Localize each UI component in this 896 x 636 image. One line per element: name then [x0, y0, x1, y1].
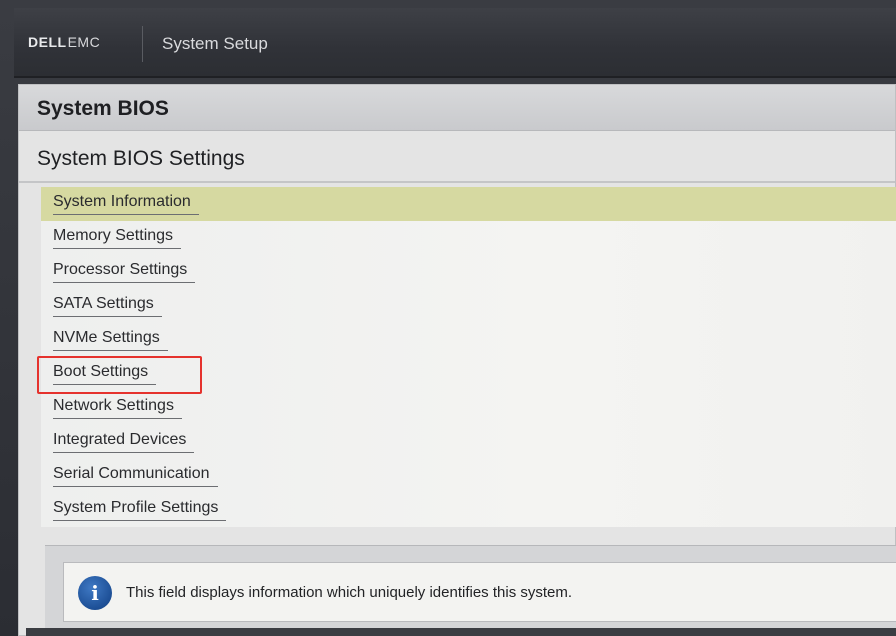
menu-item-label: Serial Communication — [53, 465, 218, 487]
help-infobox: i This field displays information which … — [63, 562, 896, 622]
section-divider — [19, 181, 895, 183]
panel-header: System BIOS — [19, 85, 895, 131]
menu-item-network-settings[interactable]: Network Settings — [41, 391, 896, 425]
boot-settings-highlight — [37, 356, 202, 394]
help-text: This field displays information which un… — [126, 584, 573, 601]
menu-item-serial-communication[interactable]: Serial Communication — [41, 459, 896, 493]
menu-item-label: System Information — [53, 193, 199, 215]
menu-item-label: SATA Settings — [53, 295, 162, 317]
top-bar: DELL EMC System Setup — [14, 8, 896, 78]
help-footer: i This field displays information which … — [45, 545, 896, 630]
menu-item-label: Network Settings — [53, 397, 182, 419]
page-title: System BIOS — [37, 97, 169, 120]
section-title: System BIOS Settings — [37, 147, 245, 170]
menu-item-system-profile-settings[interactable]: System Profile Settings — [41, 493, 896, 527]
menu-item-label: Integrated Devices — [53, 431, 195, 453]
menu-item-label: Processor Settings — [53, 261, 196, 283]
header-divider — [142, 26, 143, 62]
menu-item-label: NVMe Settings — [53, 329, 168, 351]
app-title: System Setup — [162, 34, 268, 53]
menu-item-processor-settings[interactable]: Processor Settings — [41, 255, 896, 289]
menu-item-nvme-settings[interactable]: NVMe Settings — [41, 323, 896, 357]
logo-emc-text: EMC — [67, 34, 101, 50]
menu-item-label: System Profile Settings — [53, 499, 227, 521]
menu-item-label: Memory Settings — [53, 227, 182, 249]
screen: DELL EMC System Setup System BIOS System… — [0, 0, 896, 636]
menu-item-integrated-devices[interactable]: Integrated Devices — [41, 425, 896, 459]
logo-dell-text: DELL — [28, 34, 67, 50]
dell-emc-logo: DELL EMC — [28, 32, 100, 52]
bottom-strip — [26, 628, 896, 636]
menu-item-memory-settings[interactable]: Memory Settings — [41, 221, 896, 255]
menu-item-sata-settings[interactable]: SATA Settings — [41, 289, 896, 323]
menu-item-system-information[interactable]: System Information — [41, 187, 896, 221]
info-icon: i — [78, 576, 112, 610]
